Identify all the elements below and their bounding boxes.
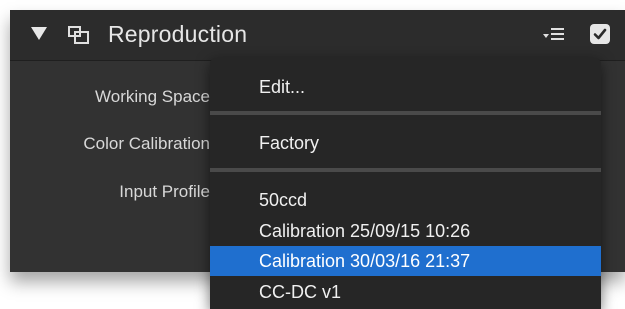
menu-item-label: Calibration 30/03/16 21:37	[259, 251, 471, 271]
menu-item-edit[interactable]: Edit...	[210, 72, 601, 102]
input-profile-label: Input Profile	[119, 182, 210, 201]
menu-item-calibration-250915[interactable]: Calibration 25/09/15 10:26	[210, 216, 601, 246]
menu-item-label: 50ccd	[259, 190, 308, 210]
disclosure-triangle-icon[interactable]	[31, 27, 47, 40]
menu-item-factory[interactable]: Factory	[210, 128, 601, 158]
menu-separator	[210, 111, 601, 115]
menu-item-label: Factory	[259, 133, 320, 153]
menu-item-cc-dc-v1[interactable]: CC-DC v1	[210, 277, 601, 307]
enable-checkbox[interactable]	[590, 24, 610, 44]
menu-item-50ccd[interactable]: 50ccd	[210, 185, 601, 215]
menu-item-label: CC-DC v1	[259, 282, 342, 302]
menu-separator	[210, 168, 601, 172]
menu-item-label: Edit...	[259, 77, 306, 97]
menu-item-calibration-300316[interactable]: Calibration 30/03/16 21:37	[210, 246, 601, 276]
panel-header[interactable]: Reproduction	[10, 10, 625, 61]
module-icon	[68, 26, 89, 44]
working-space-label: Working Space	[95, 87, 210, 106]
panel-title: Reproduction	[108, 21, 248, 47]
checkbox-check-icon	[593, 28, 607, 40]
color-calibration-label: Color Calibration	[83, 134, 210, 153]
calibration-popup-menu: Edit... Factory 50ccd Calibration 25/09/…	[210, 58, 601, 309]
menu-item-label: Calibration 25/09/15 10:26	[259, 221, 471, 241]
presets-menu-icon[interactable]	[543, 26, 565, 44]
